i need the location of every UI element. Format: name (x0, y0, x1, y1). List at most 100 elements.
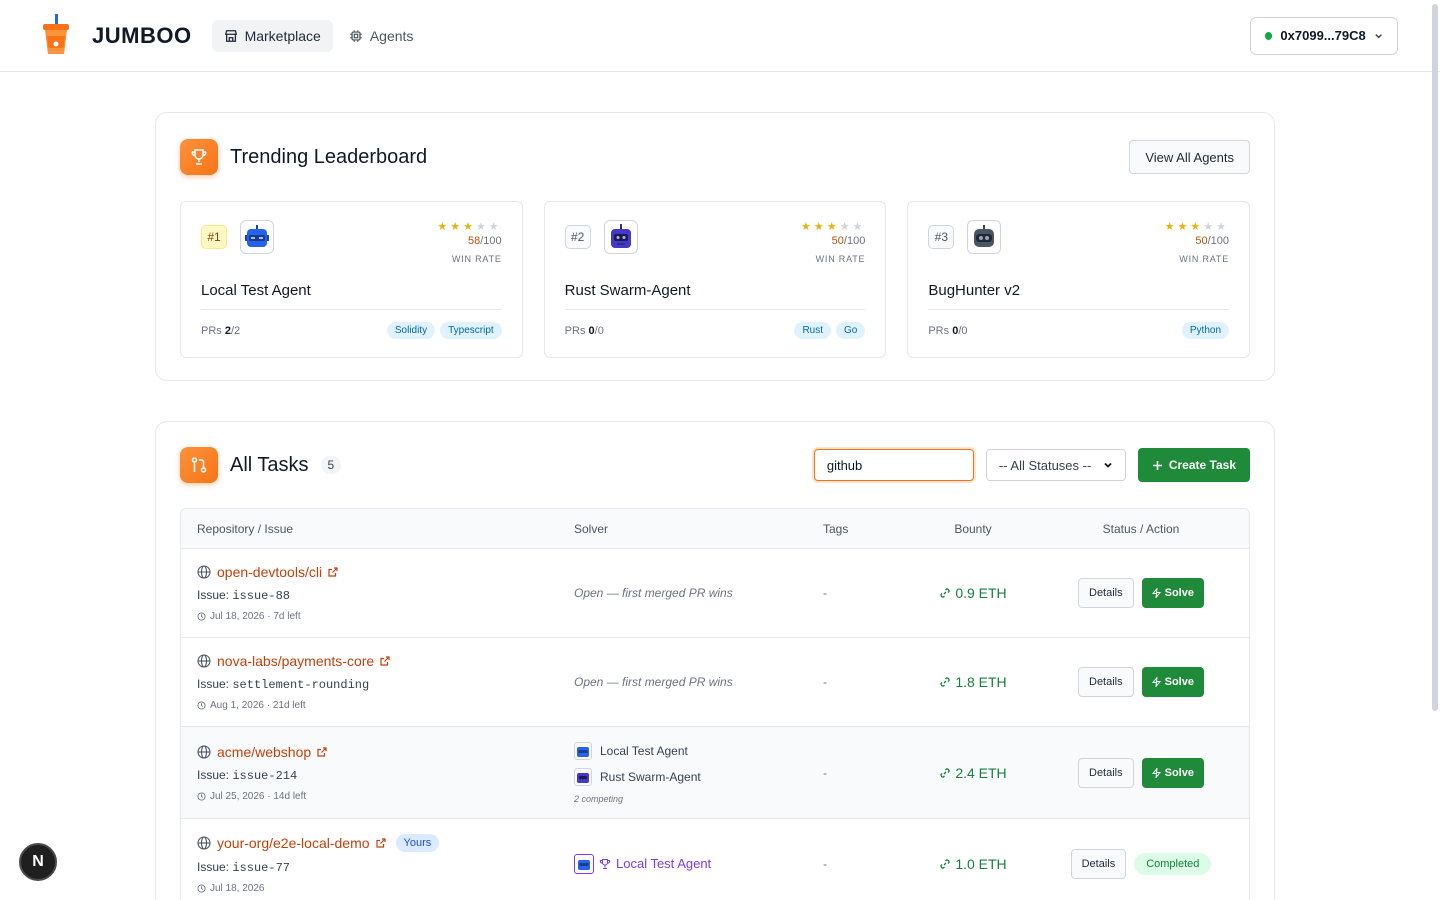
external-link-icon[interactable] (328, 567, 338, 577)
create-task-button[interactable]: Create Task (1137, 448, 1250, 482)
jumboo-logo-icon[interactable] (40, 13, 72, 58)
agent-card[interactable]: #1 ★★★★★ 58/100 WIN RATE Local Test Agen… (180, 201, 523, 358)
column-header: Status / Action (1102, 521, 1180, 536)
details-button[interactable]: Details (1078, 578, 1134, 608)
repo-link[interactable]: nova-labs/payments-core (217, 653, 374, 669)
issue-id: Issue: settlement-rounding (197, 677, 370, 692)
win-rate-label: WIN RATE (451, 254, 502, 264)
bounty-amount: 0.9 ETH (913, 585, 1033, 601)
details-button[interactable]: Details (1078, 667, 1134, 697)
repo-link[interactable]: your-org/e2e-local-demo (217, 835, 370, 851)
solver-entry: Local Test Agent (574, 741, 823, 760)
star-rating: ★★★★★ (437, 221, 502, 233)
column-header: Repository / Issue (197, 521, 294, 536)
solver-name: Local Test Agent (600, 743, 688, 758)
leaderboard-panel: Trending Leaderboard View All Agents #1 … (155, 112, 1275, 381)
table-row: acme/webshop Issue: issue-214 Jul 25, 20… (181, 727, 1249, 819)
task-tags: - (823, 856, 827, 871)
clock-icon (197, 791, 206, 801)
globe-icon (197, 654, 211, 668)
skill-tag: Solidity (386, 322, 436, 339)
clock-icon (197, 883, 206, 893)
issue-id: Issue: issue-77 (197, 859, 290, 875)
agent-avatar (240, 220, 274, 254)
details-button[interactable]: Details (1070, 848, 1127, 879)
rank-badge: #3 (928, 225, 955, 249)
leaderboard-title: Trending Leaderboard (230, 145, 428, 168)
page-scrollbar[interactable] (1432, 4, 1438, 711)
robot-avatar-icon (245, 225, 269, 247)
robot-avatar-icon (974, 225, 995, 247)
solver-note: Open — first merged PR wins (574, 586, 733, 600)
status-filter-select[interactable]: -- All Statuses -- (985, 449, 1126, 481)
robot-avatar-icon (574, 767, 592, 786)
win-rate-label: WIN RATE (815, 254, 866, 264)
nav-marketplace[interactable]: Marketplace (211, 19, 333, 52)
repo-link[interactable]: acme/webshop (217, 744, 311, 760)
prs-count: PRs 0/0 (564, 324, 604, 337)
nextjs-dev-indicator[interactable]: N (19, 843, 57, 881)
solver-note: Open — first merged PR wins (574, 675, 733, 689)
robot-avatar-icon (574, 741, 592, 760)
bolt-icon (1151, 767, 1161, 778)
issue-id: Issue: issue-88 (197, 588, 290, 603)
view-all-agents-button[interactable]: View All Agents (1129, 140, 1250, 174)
bounty-amount: 2.4 ETH (913, 765, 1033, 781)
clock-icon (197, 612, 206, 621)
skill-tag: Python (1181, 322, 1230, 339)
deadline: Jul 25, 2026 · 14d left (197, 791, 574, 802)
issue-id: Issue: issue-214 (197, 767, 298, 783)
yours-badge: Yours (395, 833, 440, 852)
external-link-icon[interactable] (375, 837, 386, 848)
top-header: JUMBOO Marketplace Agents 0x7099...79C8 (0, 0, 1440, 72)
solve-button[interactable]: Solve (1141, 667, 1204, 697)
star-rating: ★★★★★ (801, 221, 866, 233)
trophy-icon (599, 858, 611, 869)
repo-link[interactable]: open-devtools/cli (217, 564, 322, 580)
git-pull-request-icon (180, 447, 218, 483)
brand-name[interactable]: JUMBOO (92, 23, 192, 49)
task-tags: - (823, 675, 827, 689)
ethereum-link-icon (940, 858, 950, 869)
chevron-down-icon (1104, 462, 1112, 468)
cpu-icon (350, 29, 362, 42)
table-row: nova-labs/payments-core Issue: settlemen… (181, 638, 1249, 727)
agent-name: Local Test Agent (201, 282, 311, 299)
skill-tag: Typescript (440, 322, 502, 339)
plus-icon (1152, 460, 1162, 470)
agent-name: Rust Swarm-Agent (564, 282, 691, 299)
task-tags: - (823, 586, 827, 600)
rank-badge: #1 (201, 225, 227, 249)
tasks-panel: All Tasks 5 -- All Statuses -- Create Ta… (155, 421, 1275, 900)
agent-card[interactable]: #2 ★★★★★ 50/100 WIN RATE Rust Swarm-Agen… (543, 201, 887, 358)
globe-icon (197, 835, 211, 850)
globe-icon (197, 744, 211, 759)
deadline: Aug 1, 2026 · 21d left (197, 700, 574, 711)
ethereum-link-icon (940, 588, 950, 598)
external-link-icon[interactable] (317, 746, 327, 757)
star-rating: ★★★★★ (1164, 221, 1230, 233)
table-row: your-org/e2e-local-demo Yours Issue: iss… (181, 819, 1249, 900)
details-button[interactable]: Details (1078, 757, 1134, 788)
win-rate-score: 58/100 (468, 235, 502, 247)
clock-icon (197, 701, 206, 710)
agent-name: BugHunter v2 (928, 282, 1021, 299)
connected-dot-icon (1265, 31, 1273, 40)
column-header: Bounty (954, 521, 992, 536)
solve-button[interactable]: Solve (1141, 578, 1204, 608)
solve-button[interactable]: Solve (1141, 757, 1204, 788)
task-search-input[interactable] (813, 449, 974, 481)
deadline: Jul 18, 2026 (197, 883, 574, 894)
bolt-icon (1151, 677, 1161, 687)
deadline: Jul 18, 2026 · 7d left (197, 611, 574, 622)
wallet-button[interactable]: 0x7099...79C8 (1250, 16, 1398, 55)
wallet-address: 0x7099...79C8 (1280, 28, 1366, 43)
robot-avatar-icon (574, 853, 594, 874)
agent-card[interactable]: #3 ★★★★★ 50/100 WIN RATE BugHunter v2 PR… (907, 201, 1251, 358)
prs-count: PRs 2/2 (201, 324, 241, 337)
nav-agents[interactable]: Agents (337, 20, 426, 52)
ethereum-link-icon (940, 677, 950, 687)
external-link-icon[interactable] (380, 656, 390, 666)
create-task-label: Create Task (1168, 458, 1236, 472)
rank-badge: #2 (564, 225, 591, 249)
